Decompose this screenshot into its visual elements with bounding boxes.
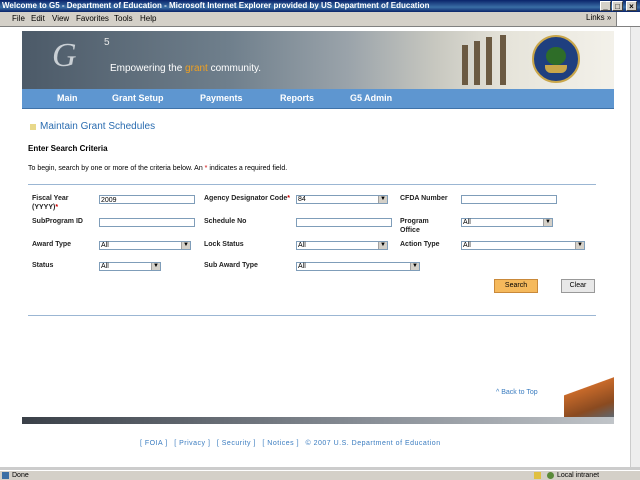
g5-logo-sup: 5 bbox=[104, 37, 110, 48]
footer-security-link[interactable]: [ Security ] bbox=[217, 440, 256, 447]
tagline-highlight: grant bbox=[185, 63, 208, 74]
page-title: Maintain Grant Schedules bbox=[40, 121, 156, 132]
page-done-icon bbox=[2, 472, 9, 479]
section-title: Enter Search Criteria bbox=[28, 144, 108, 153]
main-nav: Main Grant Setup Payments Reports G5 Adm… bbox=[22, 89, 614, 109]
window-title: Welcome to G5 - Department of Education … bbox=[2, 1, 430, 10]
department-of-education-seal-icon bbox=[532, 35, 580, 83]
status-label: Status bbox=[32, 262, 54, 269]
menu-favorites[interactable]: Favorites bbox=[76, 14, 109, 23]
minimize-button[interactable]: _ bbox=[600, 1, 611, 11]
heading-bullet-icon bbox=[30, 124, 36, 130]
schedule-no-input[interactable] bbox=[296, 218, 392, 227]
lock-icon bbox=[534, 472, 541, 479]
links-chevron-icon: » bbox=[606, 13, 612, 22]
tagline: Empowering the grant community. bbox=[110, 63, 261, 74]
footer-foia-link[interactable]: [ FOIA ] bbox=[140, 440, 168, 447]
footer-notices-link[interactable]: [ Notices ] bbox=[262, 440, 299, 447]
divider bbox=[28, 184, 596, 185]
dropdown-arrow-icon: ▼ bbox=[181, 242, 190, 249]
award-type-label: Award Type bbox=[32, 241, 72, 248]
status-bar: Done Local intranet bbox=[0, 470, 640, 480]
instruction-pre: To begin, search by one or more of the c… bbox=[28, 165, 205, 172]
windows-logo-icon bbox=[616, 12, 640, 26]
back-to-top-link[interactable]: ^ Back to Top bbox=[496, 389, 538, 396]
dropdown-arrow-icon: ▼ bbox=[543, 219, 552, 226]
dropdown-arrow-icon: ▼ bbox=[410, 263, 419, 270]
action-type-select[interactable]: All ▼ bbox=[461, 241, 585, 250]
dropdown-arrow-icon: ▼ bbox=[378, 242, 387, 249]
status-select[interactable]: All ▼ bbox=[99, 262, 161, 271]
subprogram-label: SubProgram ID bbox=[32, 218, 83, 225]
subprogram-input[interactable] bbox=[99, 218, 195, 227]
menu-view[interactable]: View bbox=[52, 14, 69, 23]
nav-main[interactable]: Main bbox=[57, 93, 78, 103]
vertical-scrollbar[interactable] bbox=[630, 27, 640, 467]
lock-status-label: Lock Status bbox=[204, 241, 244, 248]
tagline-post: community. bbox=[207, 63, 262, 74]
nav-payments[interactable]: Payments bbox=[200, 93, 243, 103]
footer-links: [ FOIA ] [ Privacy ] [ Security ] [ Noti… bbox=[140, 440, 445, 447]
instruction-post: indicates a required field. bbox=[207, 165, 288, 172]
search-button[interactable]: Search bbox=[494, 279, 538, 293]
fiscal-year-input[interactable]: 2009 bbox=[99, 195, 195, 204]
links-toolbar[interactable]: Links » bbox=[586, 13, 611, 22]
security-zone: Local intranet bbox=[557, 472, 600, 479]
agency-code-select[interactable]: 84 ▼ bbox=[296, 195, 388, 204]
dropdown-arrow-icon: ▼ bbox=[575, 242, 584, 249]
program-office-select[interactable]: All ▼ bbox=[461, 218, 553, 227]
menu-bar: File Edit View Favorites Tools Help Link… bbox=[0, 12, 640, 27]
dropdown-arrow-icon: ▼ bbox=[151, 263, 160, 270]
schedule-no-label: Schedule No bbox=[204, 218, 247, 225]
menu-tools[interactable]: Tools bbox=[114, 14, 133, 23]
nav-grant-setup[interactable]: Grant Setup bbox=[112, 93, 164, 103]
award-type-select[interactable]: All ▼ bbox=[99, 241, 191, 250]
menu-help[interactable]: Help bbox=[140, 14, 156, 23]
nav-reports[interactable]: Reports bbox=[280, 93, 314, 103]
maximize-button[interactable]: □ bbox=[612, 1, 623, 11]
sub-award-type-select[interactable]: All ▼ bbox=[296, 262, 420, 271]
clear-button[interactable]: Clear bbox=[561, 279, 595, 293]
agency-code-label: Agency Designator Code* bbox=[204, 195, 290, 202]
lock-status-select[interactable]: All ▼ bbox=[296, 241, 388, 250]
action-type-label: Action Type bbox=[400, 241, 440, 248]
fiscal-year-label: Fiscal Year (YYYY)* bbox=[32, 195, 69, 211]
menu-file[interactable]: File bbox=[12, 14, 25, 23]
intranet-zone-icon bbox=[547, 472, 554, 479]
footer-privacy-link[interactable]: [ Privacy ] bbox=[174, 440, 210, 447]
links-label: Links bbox=[586, 13, 605, 22]
tagline-pre: Empowering the bbox=[110, 63, 186, 74]
g5-logo: G bbox=[52, 37, 77, 74]
decorative-corner-image bbox=[564, 377, 614, 419]
footer-copyright: © 2007 U.S. Department of Education bbox=[305, 440, 441, 447]
nav-g5-admin[interactable]: G5 Admin bbox=[350, 93, 392, 103]
browser-viewport: G 5 Empowering the grant community. Main… bbox=[0, 27, 630, 467]
g5-page: G 5 Empowering the grant community. Main… bbox=[22, 27, 614, 467]
sub-award-type-label: Sub Award Type bbox=[204, 262, 258, 269]
instruction-text: To begin, search by one or more of the c… bbox=[28, 165, 287, 172]
g5-banner: G 5 Empowering the grant community. bbox=[22, 31, 614, 89]
footer-band bbox=[22, 417, 614, 424]
cfda-input[interactable] bbox=[461, 195, 557, 204]
window-title-bar: Welcome to G5 - Department of Education … bbox=[0, 0, 640, 12]
menu-edit[interactable]: Edit bbox=[31, 14, 45, 23]
close-button[interactable]: × bbox=[626, 1, 637, 11]
divider bbox=[28, 315, 596, 316]
status-text: Done bbox=[12, 472, 29, 479]
program-office-label: Program Office bbox=[400, 218, 429, 234]
cfda-label: CFDA Number bbox=[400, 195, 448, 202]
dropdown-arrow-icon: ▼ bbox=[378, 196, 387, 203]
